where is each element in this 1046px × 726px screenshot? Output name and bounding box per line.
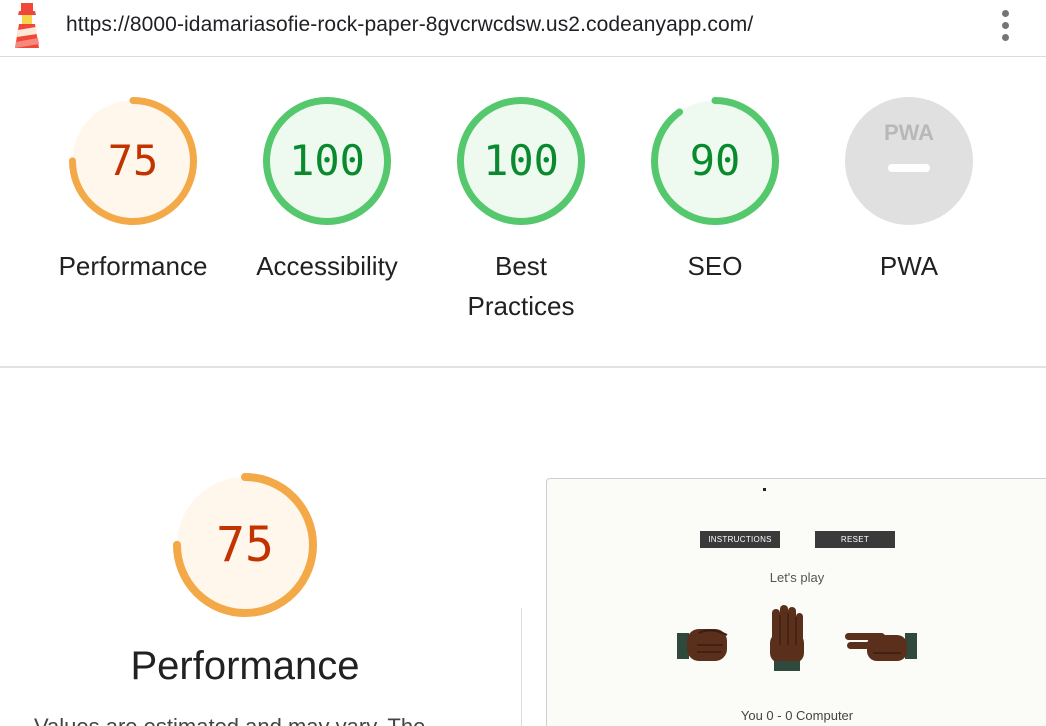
- gauge-label: Accessibility: [256, 251, 398, 281]
- gauge-score: 100: [483, 136, 559, 185]
- gauge-label: Best Practices: [467, 251, 575, 321]
- performance-detail-gauge: 75: [172, 472, 318, 618]
- gauge-score: 100: [289, 136, 365, 185]
- lets-play-text: Let's play: [769, 570, 825, 585]
- gauge-ring: 75: [68, 96, 198, 226]
- page-screenshot-thumbnail[interactable]: INSTRUCTIONS RESET Let's play You 0 - 0 …: [546, 478, 1046, 726]
- gauge-ring: PWA: [844, 96, 974, 226]
- more-options-icon[interactable]: [994, 8, 1018, 44]
- thumbnail-dot: [763, 488, 766, 491]
- section-divider: [0, 366, 1046, 368]
- gauge-ring: 90: [650, 96, 780, 226]
- instructions-button: INSTRUCTIONS: [700, 531, 780, 548]
- performance-detail-title: Performance: [130, 644, 360, 688]
- gauge-label: Performance: [58, 251, 208, 281]
- gauge-accessibility[interactable]: 100 Accessibility: [242, 96, 412, 286]
- url-text[interactable]: https://8000-idamariasofie-rock-paper-8g…: [66, 13, 753, 37]
- performance-detail-score: 75: [216, 517, 274, 573]
- reset-button: RESET: [815, 531, 895, 548]
- gauge-label: PWA: [879, 251, 939, 281]
- vertical-divider: [521, 608, 522, 726]
- scissors-hand-icon: [845, 633, 917, 661]
- gauge-label: SEO: [687, 251, 743, 281]
- gauge-performance[interactable]: 75 Performance: [48, 96, 218, 286]
- gauge-score: 90: [689, 136, 741, 185]
- score-gauges: 75 Performance 100 Accessibility 100 Bes…: [0, 58, 1046, 366]
- performance-description: Values are estimated and may vary. The: [34, 714, 425, 726]
- gauge-score: 75: [107, 136, 159, 185]
- gauge-best-practices[interactable]: 100 Best Practices: [436, 96, 606, 326]
- gauge-pwa[interactable]: PWA PWA: [824, 96, 994, 286]
- gauge-seo[interactable]: 90 SEO: [630, 96, 800, 286]
- rock-hand-icon: [677, 629, 728, 661]
- gauge-ring: 100: [262, 96, 392, 226]
- pwa-badge-text: PWA: [884, 120, 934, 145]
- browser-top-bar: https://8000-idamariasofie-rock-paper-8g…: [0, 0, 1046, 57]
- gauge-ring: 100: [456, 96, 586, 226]
- paper-hand-icon: [770, 605, 804, 671]
- game-score-text: You 0 - 0 Computer: [740, 708, 854, 723]
- pwa-badge-icon: PWA: [845, 97, 973, 225]
- lighthouse-logo-icon: [15, 3, 39, 48]
